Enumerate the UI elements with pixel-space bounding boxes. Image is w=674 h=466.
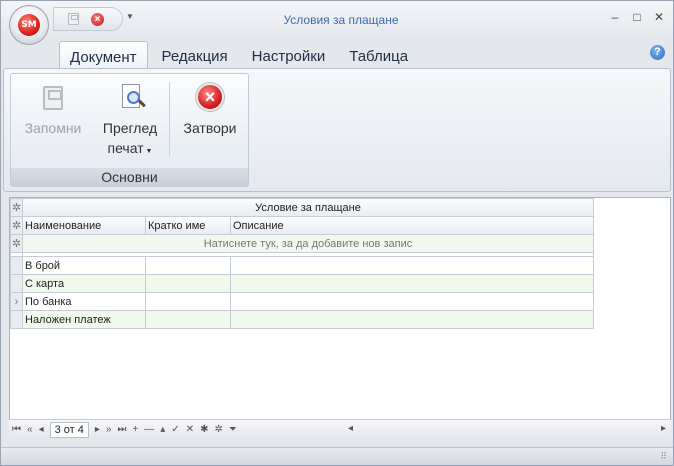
row-selector[interactable] [10,274,23,293]
row-selector[interactable] [10,256,23,275]
column-header-short[interactable]: Кратко име [145,216,231,235]
app-window: × ▼ Условия за плащане – □ ✕ SM Документ… [0,0,674,466]
column-header-row: ✲ Наименование Кратко име Описание [10,216,594,235]
save-icon [43,86,63,110]
cell-short[interactable] [145,310,231,329]
print-preview-label: Преглед [102,120,158,136]
last-record-icon[interactable]: ⏭ [117,424,126,435]
new-row-prompt[interactable]: Натиснете тук, за да добавите нов запис [22,234,594,253]
refresh-icon[interactable]: ✱ [200,424,208,435]
record-counter: 3 от 4 [49,421,89,438]
print-preview-label-2: печат [107,140,144,156]
next-page-icon[interactable]: » [106,424,112,435]
app-menu-button[interactable]: SM [9,5,49,45]
cell-description[interactable] [230,292,594,311]
grid-table: ✲ Условие за плащане ✲ Наименование Крат… [10,198,594,329]
cell-description[interactable] [230,256,594,275]
tab-document[interactable]: Документ [59,41,148,69]
row-selector[interactable] [10,310,23,329]
app-logo: SM [18,14,40,36]
table-row[interactable]: С карта [10,274,594,293]
cell-short[interactable] [145,292,231,311]
horizontal-scrollbar[interactable]: ◂ ▸ [345,423,669,437]
window-title: Условия за плащане [283,13,399,27]
new-row[interactable]: ✲ Натиснете тук, за да добавите нов запи… [10,234,594,253]
bookmark-icon[interactable]: ✲ [215,424,223,435]
window-close-icon[interactable]: ✕ [653,10,665,24]
cell-description[interactable] [230,310,594,329]
table-row[interactable]: › По банка [10,292,594,311]
scroll-right-icon[interactable]: ▸ [661,423,666,434]
cell-short[interactable] [145,256,231,275]
cell-name[interactable]: Наложен платеж [22,310,146,329]
column-header-description[interactable]: Описание [230,216,594,235]
cell-name[interactable]: В брой [22,256,146,275]
save-button-label: Запомни [24,120,82,136]
delete-record-icon[interactable]: — [144,424,154,435]
cell-name[interactable]: По банка [22,292,146,311]
maximize-icon[interactable]: □ [631,10,643,24]
add-record-icon[interactable]: + [132,424,138,435]
cell-short[interactable] [145,274,231,293]
record-navigator: ⏮ « ◂ 3 от 4 ▸ » ⏭ + — ▴ ✓ ✕ ✱ ✲ ⏷ ◂ ▸ [9,419,671,439]
current-row-indicator-icon[interactable]: › [10,292,23,311]
customize-icon[interactable]: ✲ [10,216,23,235]
title-bar: × ▼ Условия за плащане – □ ✕ [1,1,673,39]
table-row[interactable]: Наложен платеж [10,310,594,329]
table-row[interactable]: В брой [10,256,594,275]
column-header-name[interactable]: Наименование [22,216,146,235]
cancel-edit-icon[interactable]: ✕ [186,424,194,435]
print-preview-button[interactable]: Преглед печат ▼ [95,82,165,156]
close-icon: × [196,83,224,111]
band-header: Условие за плащане [22,198,594,217]
ribbon-separator [169,82,170,156]
ribbon-panel: Запомни Преглед печат ▼ × Затвори Основн… [3,68,671,192]
tab-edit[interactable]: Редакция [152,41,238,69]
resize-grip-icon[interactable]: ⠿ [660,451,667,462]
scroll-left-icon[interactable]: ◂ [348,423,353,434]
filter-icon[interactable]: ⏷ [229,424,237,435]
save-button[interactable]: Запомни [17,82,89,136]
ribbon-group-main: Запомни Преглед печат ▼ × Затвори Основн… [10,73,249,187]
new-row-icon: ✲ [10,234,23,253]
cell-description[interactable] [230,274,594,293]
ribbon-group-label: Основни [11,168,248,186]
minimize-icon[interactable]: – [609,10,621,24]
customize-icon[interactable]: ✲ [10,198,23,217]
cell-name[interactable]: С карта [22,274,146,293]
edit-record-icon[interactable]: ▴ [160,424,165,435]
dropdown-arrow-icon: ▼ [143,148,153,155]
prev-page-icon[interactable]: « [27,424,33,435]
next-record-icon[interactable]: ▸ [95,424,100,435]
close-button[interactable]: × Затвори [175,82,245,136]
status-bar: ⠿ [1,447,673,465]
help-icon[interactable]: ? [650,45,665,60]
band-header-row: ✲ Условие за плащане [10,198,594,217]
window-controls: – □ ✕ [609,10,665,24]
print-preview-icon [122,84,140,108]
first-record-icon[interactable]: ⏮ [12,424,21,435]
post-edit-icon[interactable]: ✓ [171,424,179,435]
close-button-label: Затвори [183,120,237,136]
tab-table[interactable]: Таблица [339,41,418,69]
data-grid: ✲ Условие за плащане ✲ Наименование Крат… [9,197,671,439]
tab-settings[interactable]: Настройки [242,41,336,69]
prev-record-icon[interactable]: ◂ [39,424,44,435]
ribbon-tabs: Документ Редакция Настройки Таблица [59,41,422,69]
